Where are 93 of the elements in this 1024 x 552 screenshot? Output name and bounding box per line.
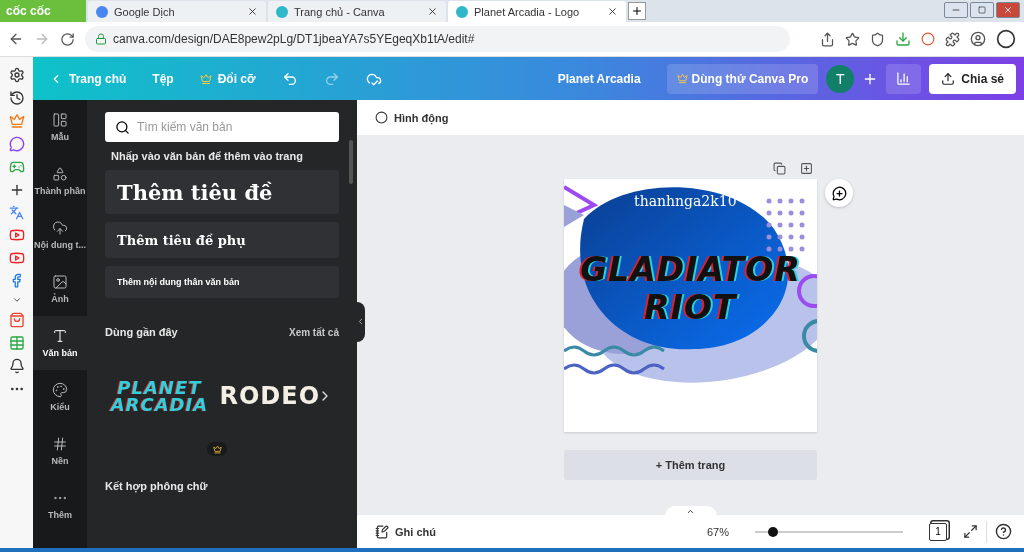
add-text-button[interactable]: Thêm tiêu đề phụ (105, 222, 339, 258)
share-button[interactable]: Chia sẻ (929, 63, 1016, 94)
video-icon[interactable] (8, 250, 25, 266)
add-text-button[interactable]: Thêm tiêu đề (105, 170, 339, 214)
close-icon[interactable] (247, 6, 258, 17)
image-icon (52, 274, 68, 290)
cloud-upload-icon (52, 220, 68, 236)
zoom-value: 67% (706, 525, 729, 538)
crown-icon (212, 444, 222, 454)
close-icon[interactable] (427, 6, 438, 17)
add-text-button[interactable]: Thêm nội dung thân văn bản (105, 266, 339, 298)
font-sample[interactable]: RODEO (219, 382, 321, 410)
crown-icon (676, 73, 688, 84)
download-icon[interactable] (895, 31, 911, 47)
zoom-slider-thumb[interactable] (767, 526, 778, 537)
nav-tab[interactable]: Kiểu (33, 370, 87, 424)
new-tab-button[interactable] (628, 2, 646, 20)
panel-hint: Nhấp vào văn bản để thêm vào trang (110, 150, 304, 162)
maximize-icon (978, 6, 986, 14)
search-icon (115, 120, 130, 135)
scrollbar[interactable] (349, 140, 353, 184)
close-icon (1003, 5, 1013, 15)
section-title: Dùng gần đây (105, 326, 178, 338)
watermark-text: thanhnga2k10 (634, 193, 737, 209)
hatch-icon (52, 436, 68, 452)
caret-icon[interactable] (11, 295, 22, 305)
nav-tab[interactable]: Nội dung t... (33, 208, 87, 262)
close-icon[interactable] (607, 6, 618, 17)
nav-tab[interactable]: Nền (33, 424, 87, 478)
crown-icon (199, 72, 212, 85)
maximize-button[interactable] (970, 2, 994, 18)
translate-icon[interactable] (9, 205, 24, 220)
shapes-icon (52, 166, 68, 182)
shopping-bag-icon[interactable] (8, 312, 25, 328)
favicon-icon (456, 5, 468, 18)
gamepad-icon[interactable] (8, 159, 25, 175)
undo-button[interactable] (281, 70, 298, 87)
notes-button[interactable]: Ghi chú (369, 523, 442, 540)
favicon-icon (96, 5, 108, 18)
upload-icon (941, 71, 956, 86)
help-icon[interactable] (995, 523, 1012, 540)
bar-chart-icon (896, 71, 912, 86)
bell-icon[interactable] (8, 358, 25, 374)
animate-button[interactable]: Hình động (369, 110, 455, 125)
try-pro-button[interactable]: Dùng thử Canva Pro (666, 63, 819, 94)
animation-icon (375, 111, 388, 124)
page-count-button[interactable]: 1 (929, 522, 947, 541)
insights-button[interactable] (886, 63, 922, 94)
add-page-button[interactable]: + Thêm trang (564, 450, 817, 480)
close-button[interactable] (996, 2, 1020, 18)
see-all-link[interactable]: Xem tất cả (288, 326, 339, 338)
favicon-icon (276, 5, 288, 18)
font-sample[interactable]: PLANET ARCADIA (110, 378, 209, 414)
settings-icon[interactable] (8, 67, 25, 83)
nav-tab[interactable]: Mẫu (33, 100, 87, 154)
reload-button[interactable] (60, 31, 75, 47)
notes-icon (375, 524, 389, 539)
browser-tab[interactable]: Google Dịch (88, 1, 266, 22)
address-field[interactable]: canva.com/design/DAE8pew2pLg/DT1jbeaYA7s5YEgeqXb1tA/edit# (85, 26, 790, 52)
table-icon[interactable] (8, 335, 25, 351)
circle-icon[interactable] (996, 29, 1016, 49)
chat-icon[interactable] (8, 136, 25, 152)
minimize-button[interactable] (944, 2, 968, 18)
text-icon (52, 328, 68, 344)
browser-tab[interactable]: Trang chủ - Canva (268, 1, 446, 22)
back-button[interactable] (8, 31, 24, 47)
crown-icon[interactable] (8, 113, 25, 129)
nav-tab[interactable]: Văn bản (33, 316, 87, 370)
video-icon[interactable] (8, 227, 25, 243)
nav-tab[interactable]: Ảnh (33, 262, 87, 316)
collapse-panel-button[interactable] (355, 301, 365, 342)
comment-icon (831, 185, 847, 201)
nav-tab[interactable]: Thêm (33, 478, 87, 532)
shield-icon[interactable] (870, 31, 885, 47)
avatar[interactable]: T (826, 64, 855, 93)
extension-icon[interactable] (921, 32, 935, 46)
plus-icon (631, 5, 643, 17)
puzzle-icon[interactable] (945, 31, 960, 47)
profile-icon[interactable] (970, 31, 986, 47)
star-icon[interactable] (845, 31, 860, 47)
search-field[interactable]: Tìm kiếm văn bản (105, 112, 339, 142)
share-icon[interactable] (820, 31, 835, 47)
history-icon[interactable] (8, 90, 25, 106)
design-title-text: RIOT (643, 291, 739, 324)
browser-tab[interactable]: Planet Arcadia - Logo (448, 1, 626, 22)
layout-icon (52, 112, 68, 128)
nav-tab[interactable]: Thành phần (33, 154, 87, 208)
section-title: Kết hợp phông chữ (105, 480, 209, 492)
design-title[interactable]: Planet Arcadia (557, 71, 641, 86)
comment-button[interactable] (825, 179, 853, 207)
lock-icon (95, 33, 107, 45)
palette-icon (52, 382, 68, 398)
fullscreen-icon[interactable] (963, 524, 978, 539)
